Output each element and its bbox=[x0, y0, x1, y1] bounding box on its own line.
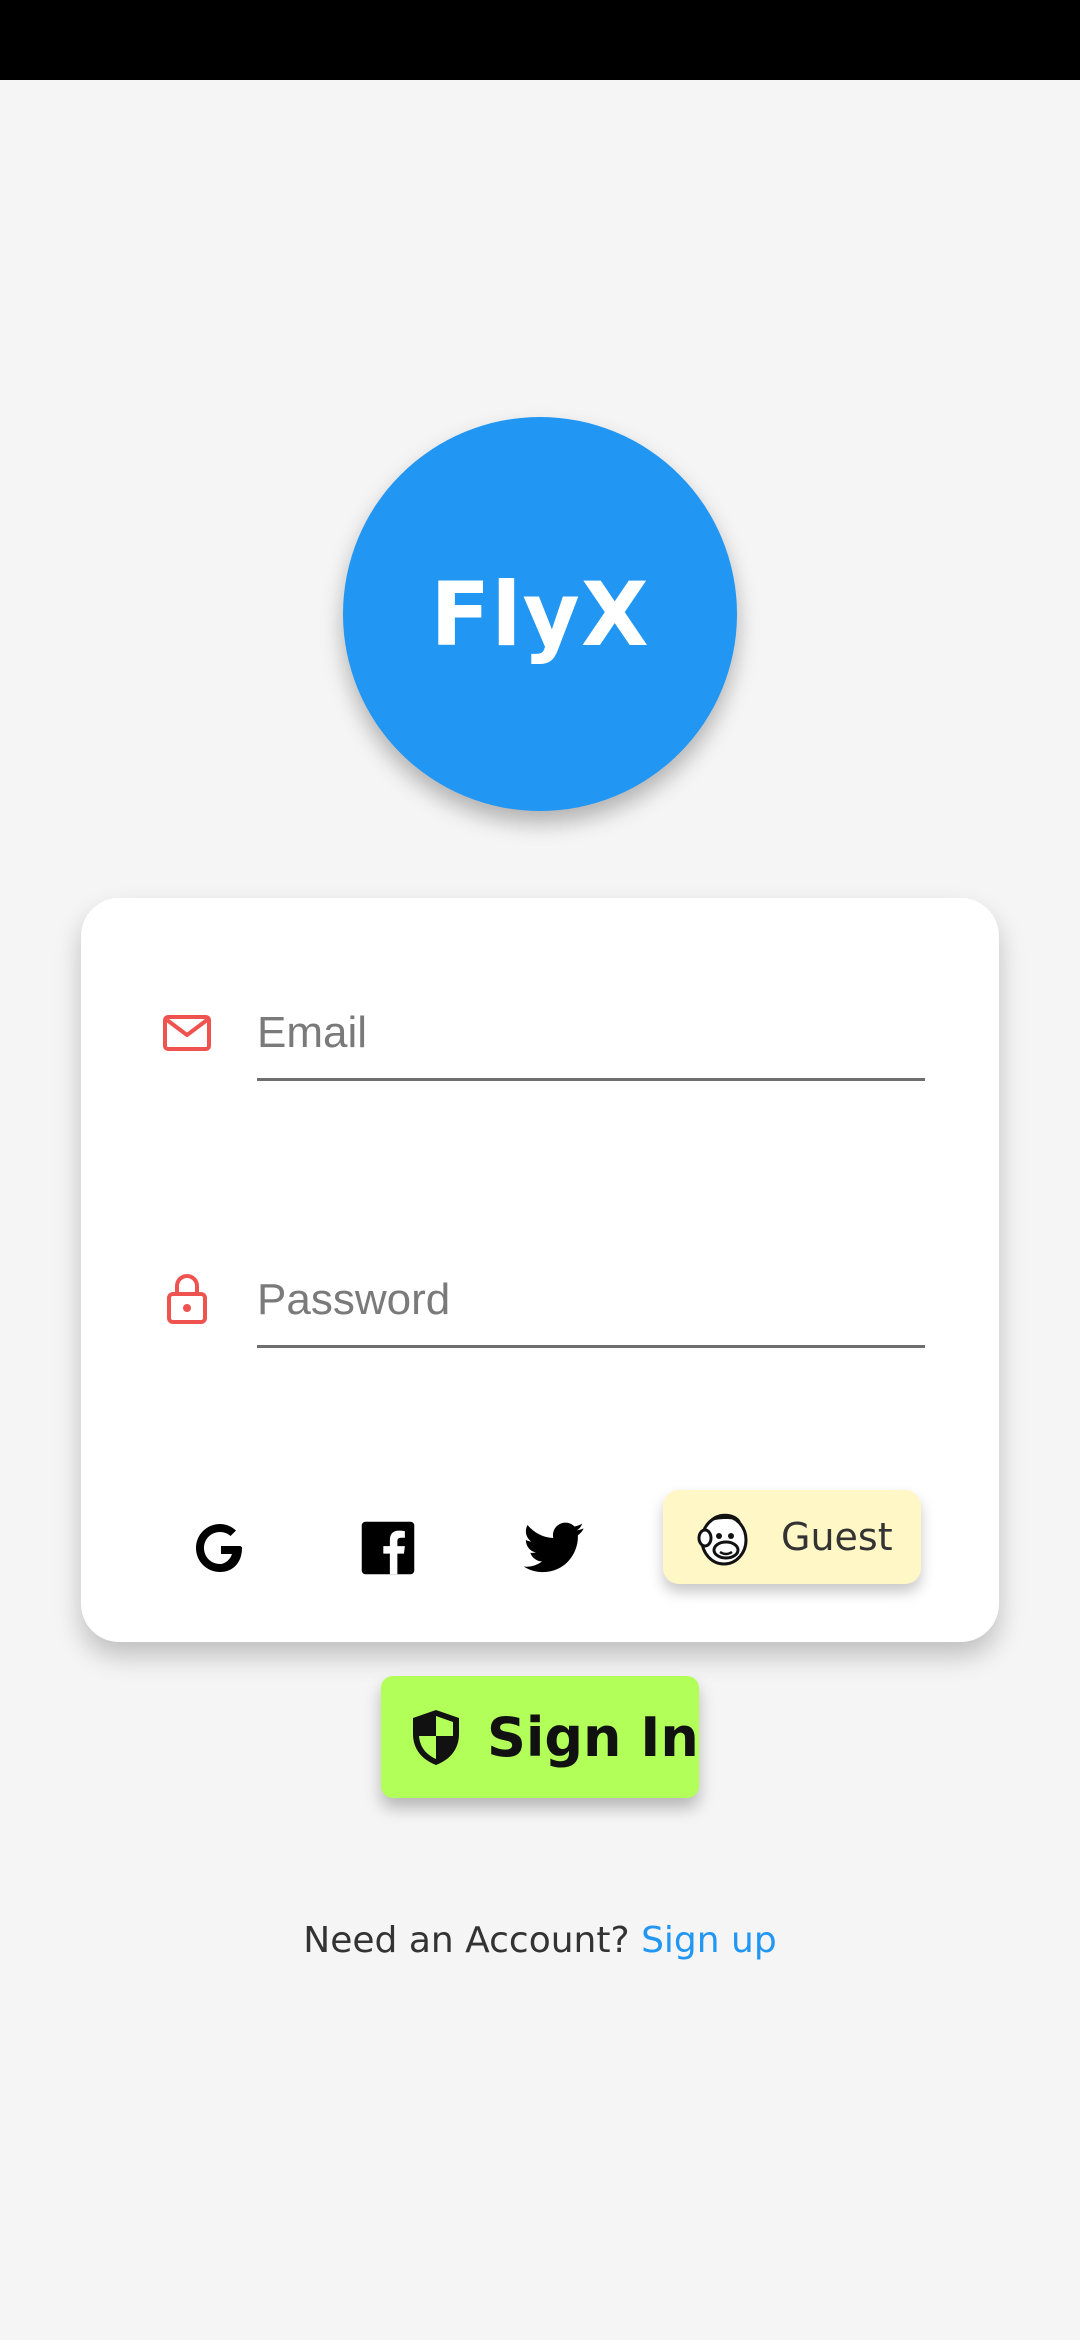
signup-prompt-text: Need an Account? bbox=[303, 1920, 630, 1961]
google-icon bbox=[188, 1516, 252, 1585]
shield-icon bbox=[409, 1706, 463, 1768]
mail-icon bbox=[159, 1005, 215, 1061]
signup-link[interactable]: Sign up bbox=[641, 1920, 777, 1961]
facebook-login-button[interactable] bbox=[348, 1510, 428, 1590]
app-logo-text: FlyX bbox=[430, 562, 650, 666]
guest-label: Guest bbox=[781, 1515, 893, 1559]
twitter-login-button[interactable] bbox=[516, 1510, 596, 1590]
signup-prompt: Need an Account? Sign up bbox=[0, 1920, 1080, 1961]
sign-in-button[interactable]: Sign In bbox=[381, 1676, 699, 1798]
lock-icon bbox=[159, 1270, 215, 1326]
mailchimp-monkey-icon bbox=[695, 1506, 753, 1568]
sign-in-label: Sign In bbox=[487, 1705, 699, 1769]
google-login-button[interactable] bbox=[180, 1510, 260, 1590]
email-input[interactable] bbox=[257, 988, 925, 1081]
facebook-icon bbox=[358, 1518, 418, 1583]
email-field-row bbox=[81, 975, 999, 1095]
app-logo: FlyX bbox=[343, 417, 737, 811]
guest-button[interactable]: Guest bbox=[663, 1490, 921, 1584]
password-input[interactable] bbox=[257, 1255, 925, 1348]
status-bar bbox=[0, 0, 1080, 80]
twitter-icon bbox=[523, 1515, 589, 1586]
password-field-row bbox=[81, 1242, 999, 1362]
